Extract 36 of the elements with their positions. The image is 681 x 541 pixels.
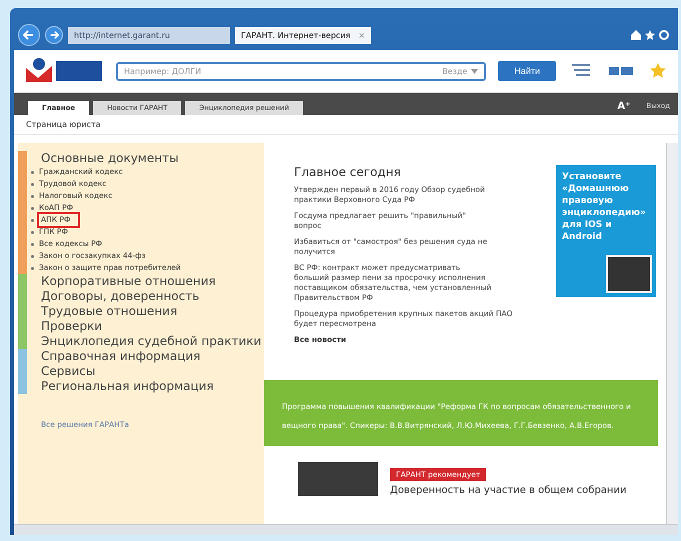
bullet-icon xyxy=(31,170,34,174)
section-heading: Главное сегодня xyxy=(294,165,402,179)
bullet-icon xyxy=(31,254,34,258)
section-link[interactable]: Корпоративные отношения xyxy=(41,274,216,289)
back-button[interactable] xyxy=(18,24,40,46)
promo-text: Установите «Домашнюю правовую энциклопедию» для IOS и Android xyxy=(562,171,647,243)
section-link[interactable]: Справочная информация xyxy=(41,349,200,364)
forward-arrow-icon xyxy=(49,30,59,40)
section-link[interactable]: Сервисы xyxy=(41,364,96,379)
section-link[interactable]: Региональная информация xyxy=(41,379,214,394)
bullet-icon xyxy=(31,230,34,234)
phone-picture xyxy=(606,255,652,293)
bullet-icon xyxy=(31,218,34,222)
section-link[interactable]: Трудовые отношения xyxy=(41,304,178,319)
font-size-button[interactable]: A⁺ xyxy=(617,100,630,112)
vertical-scrollbar[interactable] xyxy=(666,143,678,524)
section-link[interactable]: Проверки xyxy=(41,319,102,334)
bullet-icon xyxy=(31,182,34,186)
browser-tab[interactable]: ГАРАНТ. Интернет-версия × xyxy=(235,26,372,44)
search-placeholder: Например: ДОЛГИ xyxy=(124,66,202,76)
bullet-icon xyxy=(31,206,34,210)
forward-button[interactable] xyxy=(45,26,63,44)
section-link[interactable]: Основные документы xyxy=(41,151,181,166)
article-link[interactable]: Доверенность на участие в общем собрании xyxy=(390,485,626,496)
tab-title: ГАРАНТ. Интернет-версия xyxy=(241,30,350,40)
search-button[interactable]: Найти xyxy=(498,61,556,81)
back-arrow-icon xyxy=(23,29,35,41)
section-link[interactable]: Договоры, доверенность xyxy=(41,289,200,304)
breadcrumb: Страница юриста xyxy=(14,115,678,135)
address-bar[interactable]: http://internet.garant.ru xyxy=(68,26,230,44)
section-link[interactable]: Энциклопедия судебной практики xyxy=(41,334,262,349)
bullet-icon xyxy=(31,194,34,198)
horizontal-scrollbar[interactable] xyxy=(14,524,678,535)
caret-icon[interactable] xyxy=(471,68,478,74)
bullet-icon xyxy=(31,266,34,270)
bullet-icon xyxy=(31,242,34,246)
